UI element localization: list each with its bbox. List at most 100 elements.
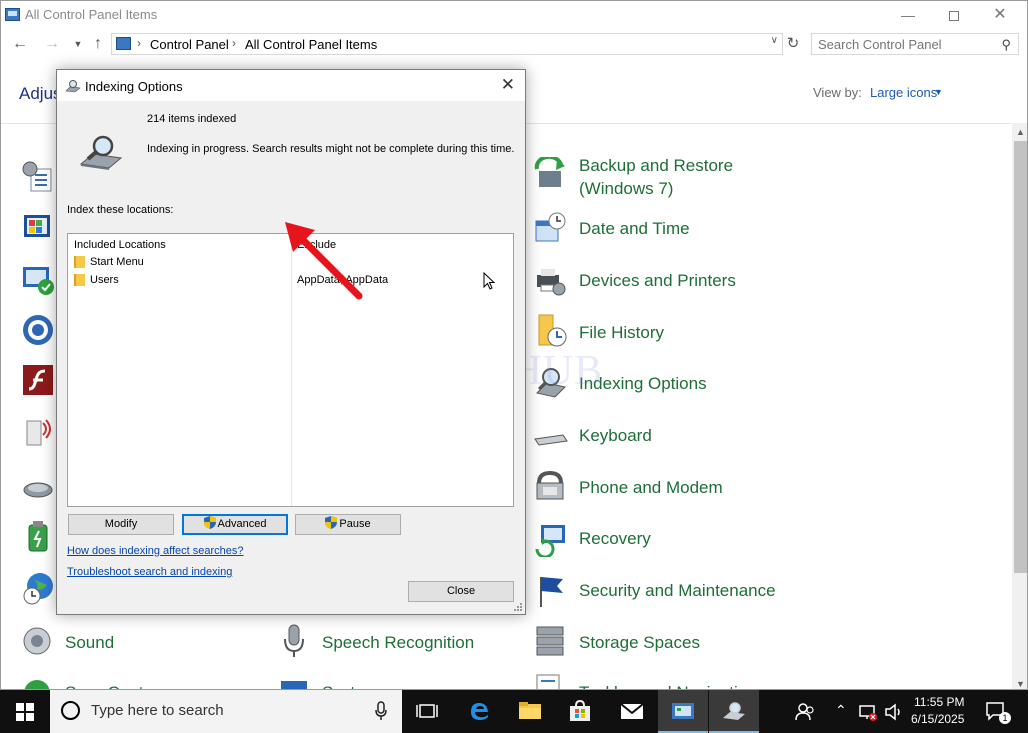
scroll-up-icon[interactable]: ▲ — [1012, 127, 1027, 137]
start-button[interactable] — [0, 690, 50, 733]
speech-recognition-link[interactable]: Speech Recognition — [322, 631, 474, 654]
modify-label: Modify — [104, 518, 138, 530]
devices-printers-link[interactable]: Devices and Printers — [579, 269, 736, 292]
flash-player-icon[interactable] — [21, 363, 57, 399]
keyboard-icon[interactable] — [533, 419, 569, 455]
taskbar-navigation-icon[interactable] — [533, 673, 569, 690]
sound-link[interactable]: Sound — [65, 631, 114, 654]
speech-recognition-icon[interactable] — [277, 623, 313, 659]
storage-spaces-icon[interactable] — [533, 623, 569, 659]
system-icon[interactable] — [277, 675, 313, 690]
resize-grip-icon[interactable] — [513, 602, 523, 612]
network-disconnected-icon[interactable] — [858, 702, 878, 722]
file-history-icon[interactable] — [533, 313, 569, 349]
clock-date[interactable]: 6/15/2025 — [911, 712, 964, 726]
close-button[interactable]: Close — [408, 581, 514, 602]
breadcrumb-separator: › — [137, 36, 141, 50]
scroll-down-icon[interactable]: ▼ — [1012, 679, 1027, 689]
search-control-panel[interactable]: ⚲ — [811, 33, 1019, 55]
forward-button[interactable]: → — [41, 33, 63, 55]
task-view-button[interactable] — [402, 690, 452, 733]
dialog-close-icon[interactable]: ✕ — [501, 75, 515, 95]
storage-spaces-link[interactable]: Storage Spaces — [579, 631, 700, 654]
address-bar[interactable]: › Control Panel › All Control Panel Item… — [111, 33, 783, 55]
annotation-arrow-icon — [285, 222, 363, 300]
back-button[interactable]: ← — [9, 33, 31, 55]
advanced-button[interactable]: Advanced — [182, 514, 288, 535]
breadcrumb-all-items[interactable]: All Control Panel Items — [245, 37, 377, 52]
store-bag-icon — [570, 700, 590, 721]
window-titlebar: All Control Panel Items — ✕ — [1, 1, 1027, 31]
sync-center-icon[interactable] — [21, 675, 57, 690]
system-link[interactable]: System — [322, 681, 379, 689]
microphone-icon[interactable] — [375, 701, 387, 721]
power-options-icon[interactable] — [21, 519, 57, 555]
breadcrumb-control-panel[interactable]: Control Panel — [150, 37, 229, 52]
control-panel-icon — [5, 8, 20, 21]
edge-button[interactable] — [455, 690, 505, 733]
pause-button[interactable]: Pause — [295, 514, 401, 535]
file-history-link[interactable]: File History — [579, 321, 664, 344]
phone-modem-icon[interactable] — [533, 469, 569, 505]
scroll-thumb[interactable] — [1014, 141, 1027, 573]
modify-button[interactable]: Modify — [68, 514, 174, 535]
items-indexed-count: 214 items indexed — [147, 113, 237, 125]
security-maintenance-link[interactable]: Security and Maintenance — [579, 579, 776, 602]
people-icon[interactable] — [795, 702, 815, 722]
keyboard-link[interactable]: Keyboard — [579, 424, 652, 447]
minimize-button[interactable]: — — [885, 1, 931, 31]
indexing-options-icon — [723, 702, 745, 720]
backup-restore-icon[interactable] — [533, 157, 569, 193]
internet-options-icon[interactable] — [21, 413, 57, 449]
security-maintenance-icon[interactable] — [533, 573, 569, 609]
show-hidden-icons-icon[interactable]: ⌃ — [835, 702, 847, 719]
clock-time[interactable]: 11:55 PM — [914, 695, 964, 709]
default-programs-icon[interactable] — [21, 263, 57, 299]
taskbar-search-box[interactable]: Type here to search — [50, 690, 402, 733]
vertical-scrollbar[interactable]: ▲ ▼ — [1012, 123, 1027, 689]
taskbar-navigation-link[interactable]: Taskbar and Navigation — [579, 681, 757, 689]
windows-logo-icon — [16, 703, 34, 721]
window-title: All Control Panel Items — [25, 7, 158, 22]
phone-modem-link[interactable]: Phone and Modem — [579, 476, 723, 499]
file-explorer-button[interactable] — [505, 690, 555, 733]
refresh-button[interactable]: ↻ — [783, 34, 803, 54]
date-time-icon[interactable] — [533, 211, 569, 247]
folder-icon — [74, 256, 85, 268]
color-management-icon[interactable] — [21, 210, 57, 246]
edge-icon — [471, 703, 488, 720]
mouse-icon[interactable] — [21, 473, 57, 509]
date-time-link[interactable]: Date and Time — [579, 217, 690, 240]
volume-icon[interactable] — [884, 702, 904, 722]
mail-button[interactable] — [607, 690, 657, 733]
how-indexing-affects-link[interactable]: How does indexing affect searches? — [67, 545, 244, 557]
backup-restore-link[interactable]: Backup and Restore (Windows 7) — [579, 154, 733, 200]
ease-of-access-icon[interactable] — [21, 312, 57, 348]
uac-shield-icon — [325, 516, 338, 529]
view-by-dropdown[interactable]: Large icons — [870, 85, 937, 100]
indexing-options-taskbar-button[interactable] — [709, 690, 759, 733]
advanced-label: Advanced — [217, 518, 267, 530]
dialog-titlebar: Indexing Options ✕ — [57, 70, 525, 101]
recovery-icon[interactable] — [533, 521, 569, 557]
navigation-bar: ← → ▼ ↑ › Control Panel › All Control Pa… — [1, 31, 1027, 57]
control-panel-taskbar-button[interactable] — [658, 690, 708, 733]
chevron-down-icon[interactable]: ∨ — [771, 35, 778, 46]
recent-locations-button[interactable]: ▼ — [67, 33, 89, 55]
taskbar-search-placeholder: Type here to search — [91, 702, 224, 719]
troubleshoot-link[interactable]: Troubleshoot search and indexing — [67, 566, 232, 578]
region-icon[interactable] — [21, 571, 57, 607]
mail-icon — [620, 703, 644, 719]
sound-icon[interactable] — [21, 623, 57, 659]
recovery-link[interactable]: Recovery — [579, 527, 651, 550]
sync-center-link[interactable]: Sync Center — [65, 681, 159, 689]
devices-printers-icon[interactable] — [533, 263, 569, 299]
cortana-icon — [61, 701, 80, 720]
caret-down-icon[interactable]: ▼ — [934, 87, 943, 97]
search-input[interactable] — [818, 36, 988, 52]
up-button[interactable]: ↑ — [87, 33, 109, 55]
maximize-button[interactable] — [931, 1, 977, 31]
close-window-button[interactable]: ✕ — [977, 1, 1023, 31]
store-button[interactable] — [555, 690, 605, 733]
administrative-tools-icon[interactable] — [21, 159, 57, 195]
